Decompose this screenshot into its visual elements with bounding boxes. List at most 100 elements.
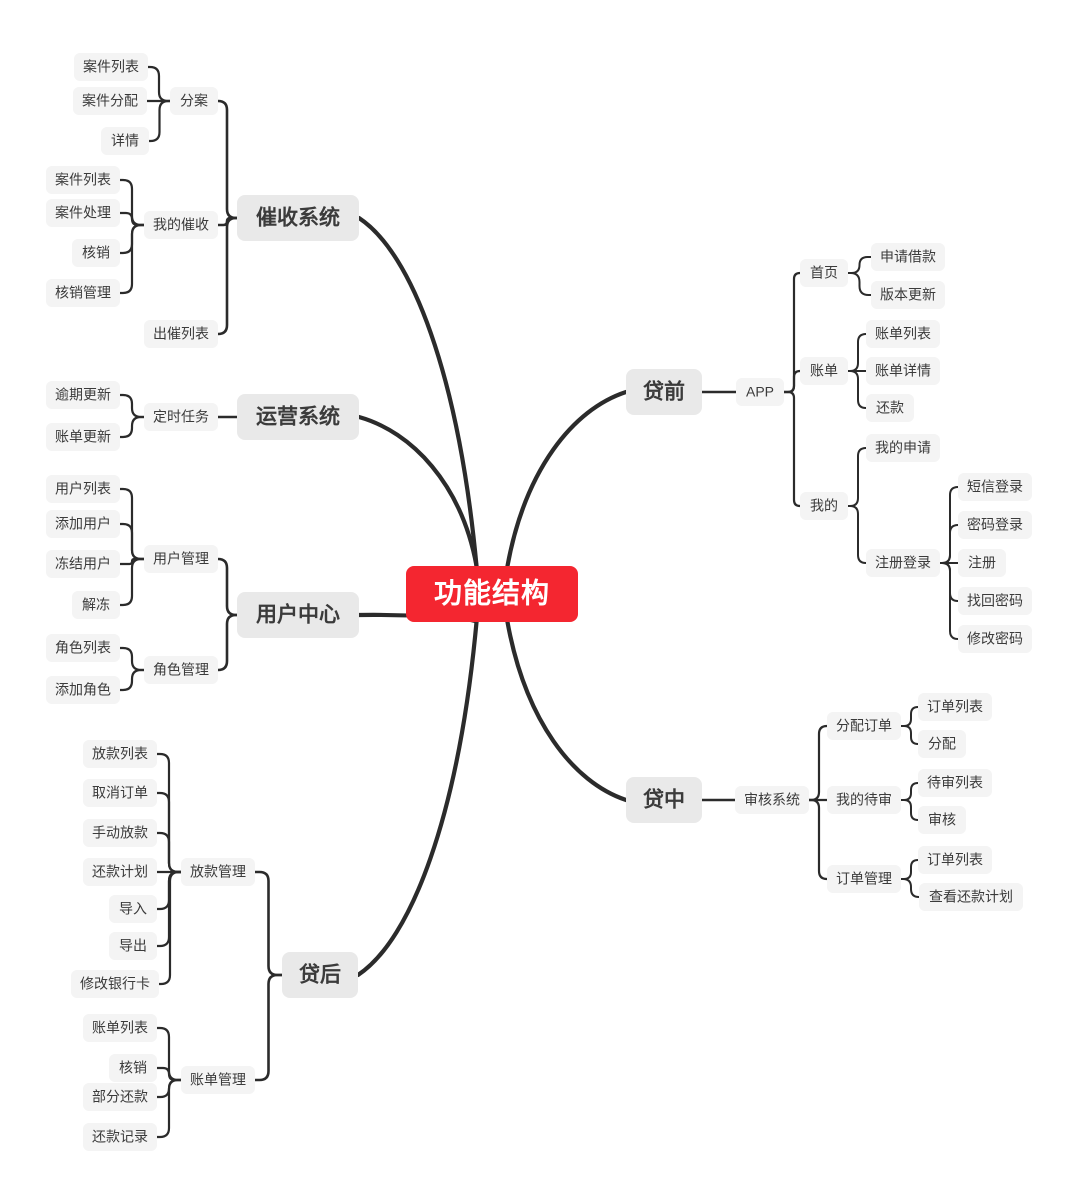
mindmap-node-l-fenan[interactable]: 分案	[170, 87, 218, 115]
mindmap-node-l-zdgl-1[interactable]: 账单列表	[83, 1014, 157, 1042]
connector-l-cuishou-to-l-fenan	[216, 99, 239, 220]
mindmap-node-r-zd-2[interactable]: 账单详情	[866, 357, 940, 385]
mindmap-node-l-daihou[interactable]: 贷后	[282, 952, 358, 998]
connector-r-fpdd-to-r-fpdd-2	[900, 725, 919, 745]
connector-r-app-to-r-zhangdan	[782, 369, 802, 394]
mindmap-node-l-wodecs-2[interactable]: 案件处理	[46, 199, 120, 227]
mindmap-node-r-shouye-1[interactable]: 申请借款	[871, 243, 945, 271]
mindmap-node-l-ygl[interactable]: 用户管理	[144, 545, 218, 573]
mindmap-node-l-ygl-3[interactable]: 冻结用户	[46, 550, 120, 578]
mindmap-node-r-app[interactable]: APP	[736, 378, 784, 406]
node-label: 添加角色	[55, 682, 111, 698]
mindmap-node-r-wode-1[interactable]: 我的申请	[866, 434, 940, 462]
node-label: 案件分配	[82, 93, 138, 109]
root-node[interactable]: 功能结构	[406, 566, 578, 622]
mindmap-node-r-zcdl[interactable]: 注册登录	[866, 549, 940, 577]
mindmap-node-r-fpdd-2[interactable]: 分配	[918, 730, 966, 758]
mindmap-node-l-jsgl-1[interactable]: 角色列表	[46, 634, 120, 662]
mindmap-node-r-wdds[interactable]: 我的待审	[827, 786, 901, 814]
mindmap-node-r-zd-1[interactable]: 账单列表	[866, 320, 940, 348]
mindmap-node-l-zdgl-4[interactable]: 还款记录	[83, 1123, 157, 1151]
mindmap-node-r-daiqian[interactable]: 贷前	[626, 369, 702, 415]
connector-l-jsgl-to-l-jsgl-2	[118, 668, 146, 692]
node-label: 账单	[810, 363, 838, 379]
mindmap-node-l-cuishou[interactable]: 催收系统	[237, 195, 359, 241]
connector-r-wode-to-r-wode-1	[847, 447, 867, 507]
mindmap-node-l-chucui[interactable]: 出催列表	[144, 320, 218, 348]
connector-root-to-r-daiqian	[505, 389, 629, 569]
mindmap-node-l-zdgl[interactable]: 账单管理	[181, 1066, 255, 1094]
mindmap-node-l-wodecs[interactable]: 我的催收	[144, 211, 218, 239]
mindmap-node-r-fpdd-1[interactable]: 订单列表	[918, 693, 992, 721]
mindmap-node-l-wodecs-3[interactable]: 核销	[72, 239, 120, 267]
connector-r-wdds-to-r-wdds-1	[900, 782, 919, 801]
mindmap-node-r-zcdl-3[interactable]: 注册	[958, 549, 1006, 577]
mindmap-node-l-wodecs-4[interactable]: 核销管理	[46, 279, 120, 307]
connector-r-wode-to-r-zcdl	[847, 505, 867, 564]
connector-l-zdgl-to-l-zdgl-4	[155, 1078, 183, 1139]
connector-r-shouye-to-r-shouye-2	[847, 272, 872, 296]
mindmap-node-l-fkgl[interactable]: 放款管理	[181, 858, 255, 886]
connector-l-yonghu-to-l-jsgl	[216, 613, 239, 672]
node-label: 用户中心	[256, 603, 340, 627]
connector-l-jsgl-to-l-jsgl-1	[118, 646, 146, 672]
mindmap-node-l-zdgl-3[interactable]: 部分还款	[83, 1083, 157, 1111]
node-label: 角色列表	[55, 640, 111, 656]
mindmap-node-l-fenan-1[interactable]: 案件列表	[74, 53, 148, 81]
mindmap-node-r-zhangdan[interactable]: 账单	[800, 357, 848, 385]
node-label: 我的催收	[153, 217, 209, 233]
mindmap-node-r-zcdl-4[interactable]: 找回密码	[958, 587, 1032, 615]
node-label: 我的	[810, 498, 838, 514]
node-label: 取消订单	[92, 785, 148, 801]
mindmap-node-l-fenan-2[interactable]: 案件分配	[73, 87, 147, 115]
mindmap-node-r-wdds-2[interactable]: 审核	[918, 806, 966, 834]
connector-r-ddgl-to-r-ddgl-2	[900, 878, 920, 898]
mindmap-node-r-shouye-2[interactable]: 版本更新	[871, 281, 945, 309]
mindmap-node-l-fkgl-2[interactable]: 取消订单	[83, 779, 157, 807]
mindmap-node-l-fkgl-7[interactable]: 修改银行卡	[71, 970, 159, 998]
mindmap-node-l-fkgl-5[interactable]: 导入	[109, 895, 157, 923]
mindmap-node-r-zcdl-1[interactable]: 短信登录	[958, 473, 1032, 501]
mindmap-node-l-jsgl-2[interactable]: 添加角色	[46, 676, 120, 704]
mindmap-node-l-dingshi-2[interactable]: 账单更新	[46, 423, 120, 451]
mindmap-node-r-shouye[interactable]: 首页	[800, 259, 848, 287]
mindmap-node-l-yunying[interactable]: 运营系统	[237, 394, 359, 440]
connector-l-dingshi-to-l-dingshi-1	[118, 393, 146, 419]
mindmap-node-l-wodecs-1[interactable]: 案件列表	[46, 166, 120, 194]
node-label: 短信登录	[967, 479, 1023, 495]
mindmap-node-r-zd-3[interactable]: 还款	[866, 394, 914, 422]
mindmap-node-l-dingshi-1[interactable]: 逾期更新	[46, 381, 120, 409]
mindmap-node-l-jsgl[interactable]: 角色管理	[144, 656, 218, 684]
mindmap-node-l-ygl-1[interactable]: 用户列表	[46, 475, 120, 503]
mindmap-node-r-ddgl[interactable]: 订单管理	[827, 865, 901, 893]
mindmap-node-r-ddgl-2[interactable]: 查看还款计划	[919, 883, 1023, 911]
mindmap-node-r-wdds-1[interactable]: 待审列表	[918, 769, 992, 797]
node-label: 案件列表	[55, 172, 111, 188]
mindmap-node-l-zdgl-2[interactable]: 核销	[109, 1054, 157, 1082]
mindmap-node-r-daizhong[interactable]: 贷中	[626, 777, 702, 823]
mindmap-node-l-fenan-3[interactable]: 详情	[101, 127, 149, 155]
mindmap-node-r-fpdd[interactable]: 分配订单	[827, 712, 901, 740]
mindmap-node-l-fkgl-3[interactable]: 手动放款	[83, 819, 157, 847]
connector-l-fenan-to-l-fenan-1	[146, 65, 172, 103]
connector-l-yonghu-to-l-ygl	[216, 557, 239, 617]
mindmap-node-r-zcdl-2[interactable]: 密码登录	[958, 511, 1032, 539]
connector-r-ddgl-to-r-ddgl-1	[900, 859, 919, 880]
node-label: 我的申请	[875, 440, 931, 456]
node-label: 出催列表	[153, 326, 209, 342]
connector-l-fkgl-to-l-fkgl-3	[155, 831, 183, 874]
mindmap-node-r-zcdl-5[interactable]: 修改密码	[958, 625, 1032, 653]
mindmap-node-r-shenhe[interactable]: 审核系统	[735, 786, 809, 814]
mindmap-node-l-ygl-2[interactable]: 添加用户	[46, 510, 120, 538]
mindmap-node-l-yonghu[interactable]: 用户中心	[237, 592, 359, 638]
mindmap-node-r-wode[interactable]: 我的	[800, 492, 848, 520]
connector-l-ygl-to-l-ygl-4	[118, 557, 146, 607]
connector-l-ygl-to-l-ygl-2	[118, 522, 146, 561]
mindmap-node-l-fkgl-6[interactable]: 导出	[109, 932, 157, 960]
mindmap-node-r-ddgl-1[interactable]: 订单列表	[918, 846, 992, 874]
mindmap-node-l-dingshi[interactable]: 定时任务	[144, 403, 218, 431]
mindmap-node-l-fkgl-4[interactable]: 还款计划	[83, 858, 157, 886]
mindmap-node-l-ygl-4[interactable]: 解冻	[72, 591, 120, 619]
mindmap-node-l-fkgl-1[interactable]: 放款列表	[83, 740, 157, 768]
node-label: 放款列表	[92, 746, 148, 762]
